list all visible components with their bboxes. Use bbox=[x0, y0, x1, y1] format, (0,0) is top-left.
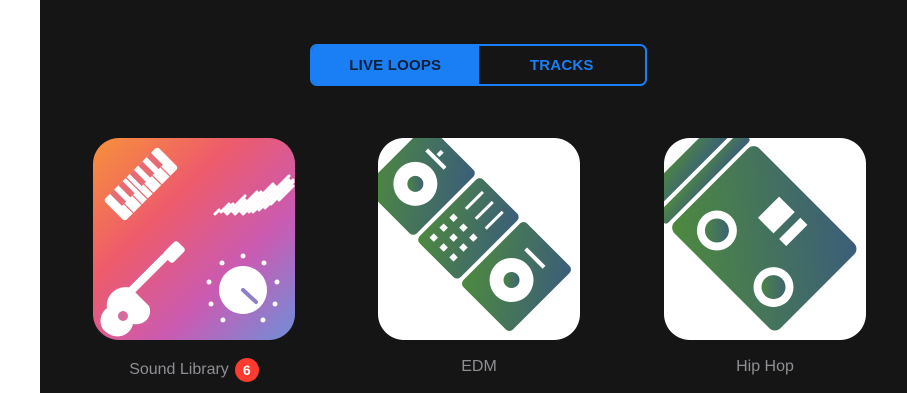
hip-hop-boombox-icon bbox=[664, 138, 857, 331]
sound-library-icon bbox=[100, 147, 295, 337]
tab-live-loops[interactable]: LIVE LOOPS bbox=[312, 46, 479, 84]
guitar-icon bbox=[100, 241, 185, 337]
sound-library-tile[interactable] bbox=[93, 138, 295, 340]
tab-tracks[interactable]: TRACKS bbox=[478, 46, 645, 84]
mode-segmented-control: LIVE LOOPS TRACKS bbox=[310, 44, 647, 86]
edm-turntable-icon bbox=[378, 138, 571, 331]
sound-library-title: Sound Library bbox=[129, 361, 229, 378]
update-count-badge: 6 bbox=[234, 358, 259, 382]
waveform-icon bbox=[213, 174, 295, 216]
knob-icon bbox=[206, 253, 280, 323]
live-loops-screen: LIVE LOOPS TRACKS Sound Library 6 EDM Hi… bbox=[40, 0, 907, 393]
hip-hop-tile[interactable] bbox=[664, 138, 866, 340]
edm-tile[interactable] bbox=[378, 138, 580, 340]
piano-keys-icon bbox=[104, 147, 178, 221]
sound-library-label: Sound Library 6 bbox=[93, 358, 295, 382]
hip-hop-label: Hip Hop bbox=[736, 358, 794, 375]
edm-label: EDM bbox=[461, 358, 497, 375]
